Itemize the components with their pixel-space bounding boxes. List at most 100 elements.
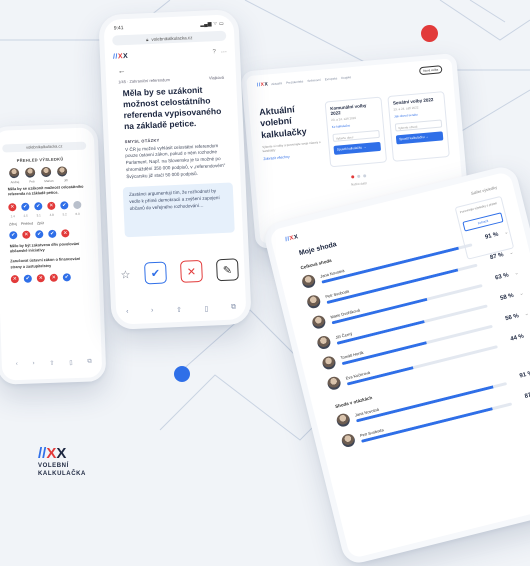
election-card-senate: Senátní volby 2022 23. a 24. září 2022 J… xyxy=(387,91,450,162)
answer-no-dot[interactable]: ✕ xyxy=(10,274,19,284)
chevron-down-icon[interactable]: ⌄ xyxy=(514,269,521,276)
logo[interactable]: / / X X xyxy=(285,234,298,243)
num-label: 4.8 xyxy=(49,212,54,217)
subnav-item[interactable]: Zpět xyxy=(37,221,44,225)
avatar xyxy=(305,293,322,310)
num-label: 6.0 xyxy=(75,211,80,216)
answer-no-dot[interactable]: ✕ xyxy=(22,230,31,239)
answer-neutral-dot[interactable] xyxy=(73,200,82,209)
card-link[interactable]: Jak obvod senátu xyxy=(394,110,441,119)
answer-no-dot[interactable]: ✕ xyxy=(8,202,17,211)
subnav-item[interactable]: Zdroj xyxy=(9,222,17,226)
logo[interactable]: / / X X xyxy=(113,53,128,61)
num-label: 1.4 xyxy=(10,213,15,218)
election-card-municipal: Komunální volby 2022 23. a 24. září 2022… xyxy=(324,96,388,168)
star-icon[interactable]: ☆ xyxy=(120,268,130,281)
avatar xyxy=(321,354,337,371)
share-icon[interactable]: ⇧ xyxy=(176,306,182,314)
answer-yes-dot[interactable]: ✔ xyxy=(21,202,30,211)
answer-dots-row: ✕ ✔ ✕ ✕ ✔ xyxy=(0,269,99,285)
answer-yes-dot[interactable]: ✔ xyxy=(23,274,32,283)
brand-logo: / / X X VOLEBNÍ KALKULAČKA xyxy=(38,445,86,478)
brand-name: VOLEBNÍ KALKULAČKA xyxy=(38,463,86,478)
answer-no-dot[interactable]: ✕ xyxy=(49,273,58,282)
carousel-dot[interactable] xyxy=(350,175,354,179)
back-icon[interactable]: ‹ xyxy=(126,308,129,316)
new-election-button[interactable]: Nová volba xyxy=(418,65,443,76)
subnav-item[interactable]: Přehled xyxy=(21,221,33,225)
avatar xyxy=(340,432,357,449)
avatar[interactable] xyxy=(40,166,52,178)
match-percent: 63 % xyxy=(494,271,510,282)
skip-button[interactable]: ✎ xyxy=(215,258,239,282)
candidate-name: Marian xyxy=(44,178,54,184)
answer-yes-dot[interactable]: ✔ xyxy=(62,273,71,282)
district-select[interactable]: Vyberte obvod xyxy=(394,119,443,132)
status-icons: ▂▄▆ ⌔ ▭ xyxy=(200,20,224,28)
left-phone-browser-bar: ‹ › ⇧ ▯ ⧉ xyxy=(16,359,92,369)
forward-icon[interactable]: › xyxy=(151,307,154,315)
municipality-select[interactable]: Vyberte obec xyxy=(332,129,380,142)
avatar xyxy=(335,412,352,429)
url-text: volebnikalkulacka.cz xyxy=(151,34,193,42)
more-icon[interactable]: ⋯ xyxy=(221,49,227,56)
desktop-main: Aktuální volební kalkulačky Vyberte si v… xyxy=(248,78,460,174)
answer-yes-dot[interactable]: ✔ xyxy=(48,229,57,238)
answer-yes-dot[interactable]: ✔ xyxy=(60,200,69,210)
question-text: Měla by se uzákonit možnost celostátního… xyxy=(122,84,222,131)
answer-yes-button[interactable]: ✔ xyxy=(143,261,167,285)
red-dot-decoration xyxy=(421,25,438,42)
nav-item[interactable]: Prezidentské xyxy=(286,79,304,84)
bookmarks-icon[interactable]: ▯ xyxy=(69,359,73,366)
nav-icons: ? ⋯ xyxy=(212,49,227,57)
chevron-down-icon[interactable]: ⌄ xyxy=(509,249,516,256)
card-link[interactable]: Ke kalkulačce xyxy=(332,121,379,129)
back-icon[interactable]: ‹ xyxy=(16,361,18,368)
brand-line-1: VOLEBNÍ xyxy=(38,463,69,469)
brand-mark-icon: / / X X xyxy=(38,445,66,462)
browser-bottom-bar: ‹ › ⇧ ▯ ⧉ xyxy=(126,303,236,316)
candidate-name: Andrej xyxy=(10,179,20,185)
avatar[interactable] xyxy=(56,166,68,177)
start-calculator-button[interactable]: Spustit kalkulačku → xyxy=(333,141,382,155)
answer-yes-dot[interactable]: ✔ xyxy=(34,201,43,211)
logo[interactable]: / / X X xyxy=(257,81,268,88)
answer-yes-dot[interactable]: ✔ xyxy=(9,230,18,239)
match-percent: 56 % xyxy=(504,312,520,322)
answer-no-dot[interactable]: ✕ xyxy=(36,274,45,283)
blue-dot-decoration xyxy=(174,366,190,382)
tabs-icon[interactable]: ⧉ xyxy=(87,359,92,366)
nav-item[interactable]: Evropské xyxy=(325,76,338,81)
match-percent: 87 % xyxy=(524,390,530,400)
avatar xyxy=(326,375,342,392)
start-calculator-button[interactable]: Spustit kalkulačku → xyxy=(395,131,444,145)
question-tag: Vlajková xyxy=(208,74,225,81)
candidate-name: Petr xyxy=(29,179,35,184)
status-time: 9:41 xyxy=(113,25,124,32)
carousel-dot[interactable] xyxy=(362,174,366,178)
avatar[interactable] xyxy=(24,167,36,178)
num-label: 2.5 xyxy=(23,213,28,218)
bookmarks-icon[interactable]: ▯ xyxy=(204,305,208,313)
desktop-intro: Aktuální volební kalkulačky Vyberte si v… xyxy=(259,102,325,173)
answer-yes-dot[interactable]: ✔ xyxy=(35,229,44,239)
tablet-mockup: / / X X Sdílet výsledky Moje shoda Celková … xyxy=(261,163,530,566)
avatar[interactable] xyxy=(8,167,20,179)
help-icon[interactable]: ? xyxy=(212,49,216,56)
chevron-down-icon[interactable]: ⌄ xyxy=(519,289,526,297)
carousel-dot[interactable] xyxy=(356,174,360,179)
nav-item[interactable]: Krajské xyxy=(341,75,351,80)
answer-no-button[interactable]: ✕ xyxy=(179,259,203,283)
answer-no-dot[interactable]: ✕ xyxy=(61,228,70,238)
avatar xyxy=(310,314,327,331)
compare-button[interactable]: Zobrazit xyxy=(462,212,504,232)
nav-item[interactable]: Sněmovní xyxy=(307,78,321,83)
chevron-down-icon[interactable]: ⌄ xyxy=(524,310,530,317)
show-all-link[interactable]: Zobrazit všechny xyxy=(263,152,323,161)
nav-item[interactable]: Aktuální xyxy=(271,81,282,86)
answer-no-dot[interactable]: ✕ xyxy=(47,201,56,210)
match-percent: 91 % xyxy=(518,369,530,380)
share-icon[interactable]: ⇧ xyxy=(49,360,54,367)
tabs-icon[interactable]: ⧉ xyxy=(231,303,236,311)
forward-icon[interactable]: › xyxy=(33,361,35,368)
